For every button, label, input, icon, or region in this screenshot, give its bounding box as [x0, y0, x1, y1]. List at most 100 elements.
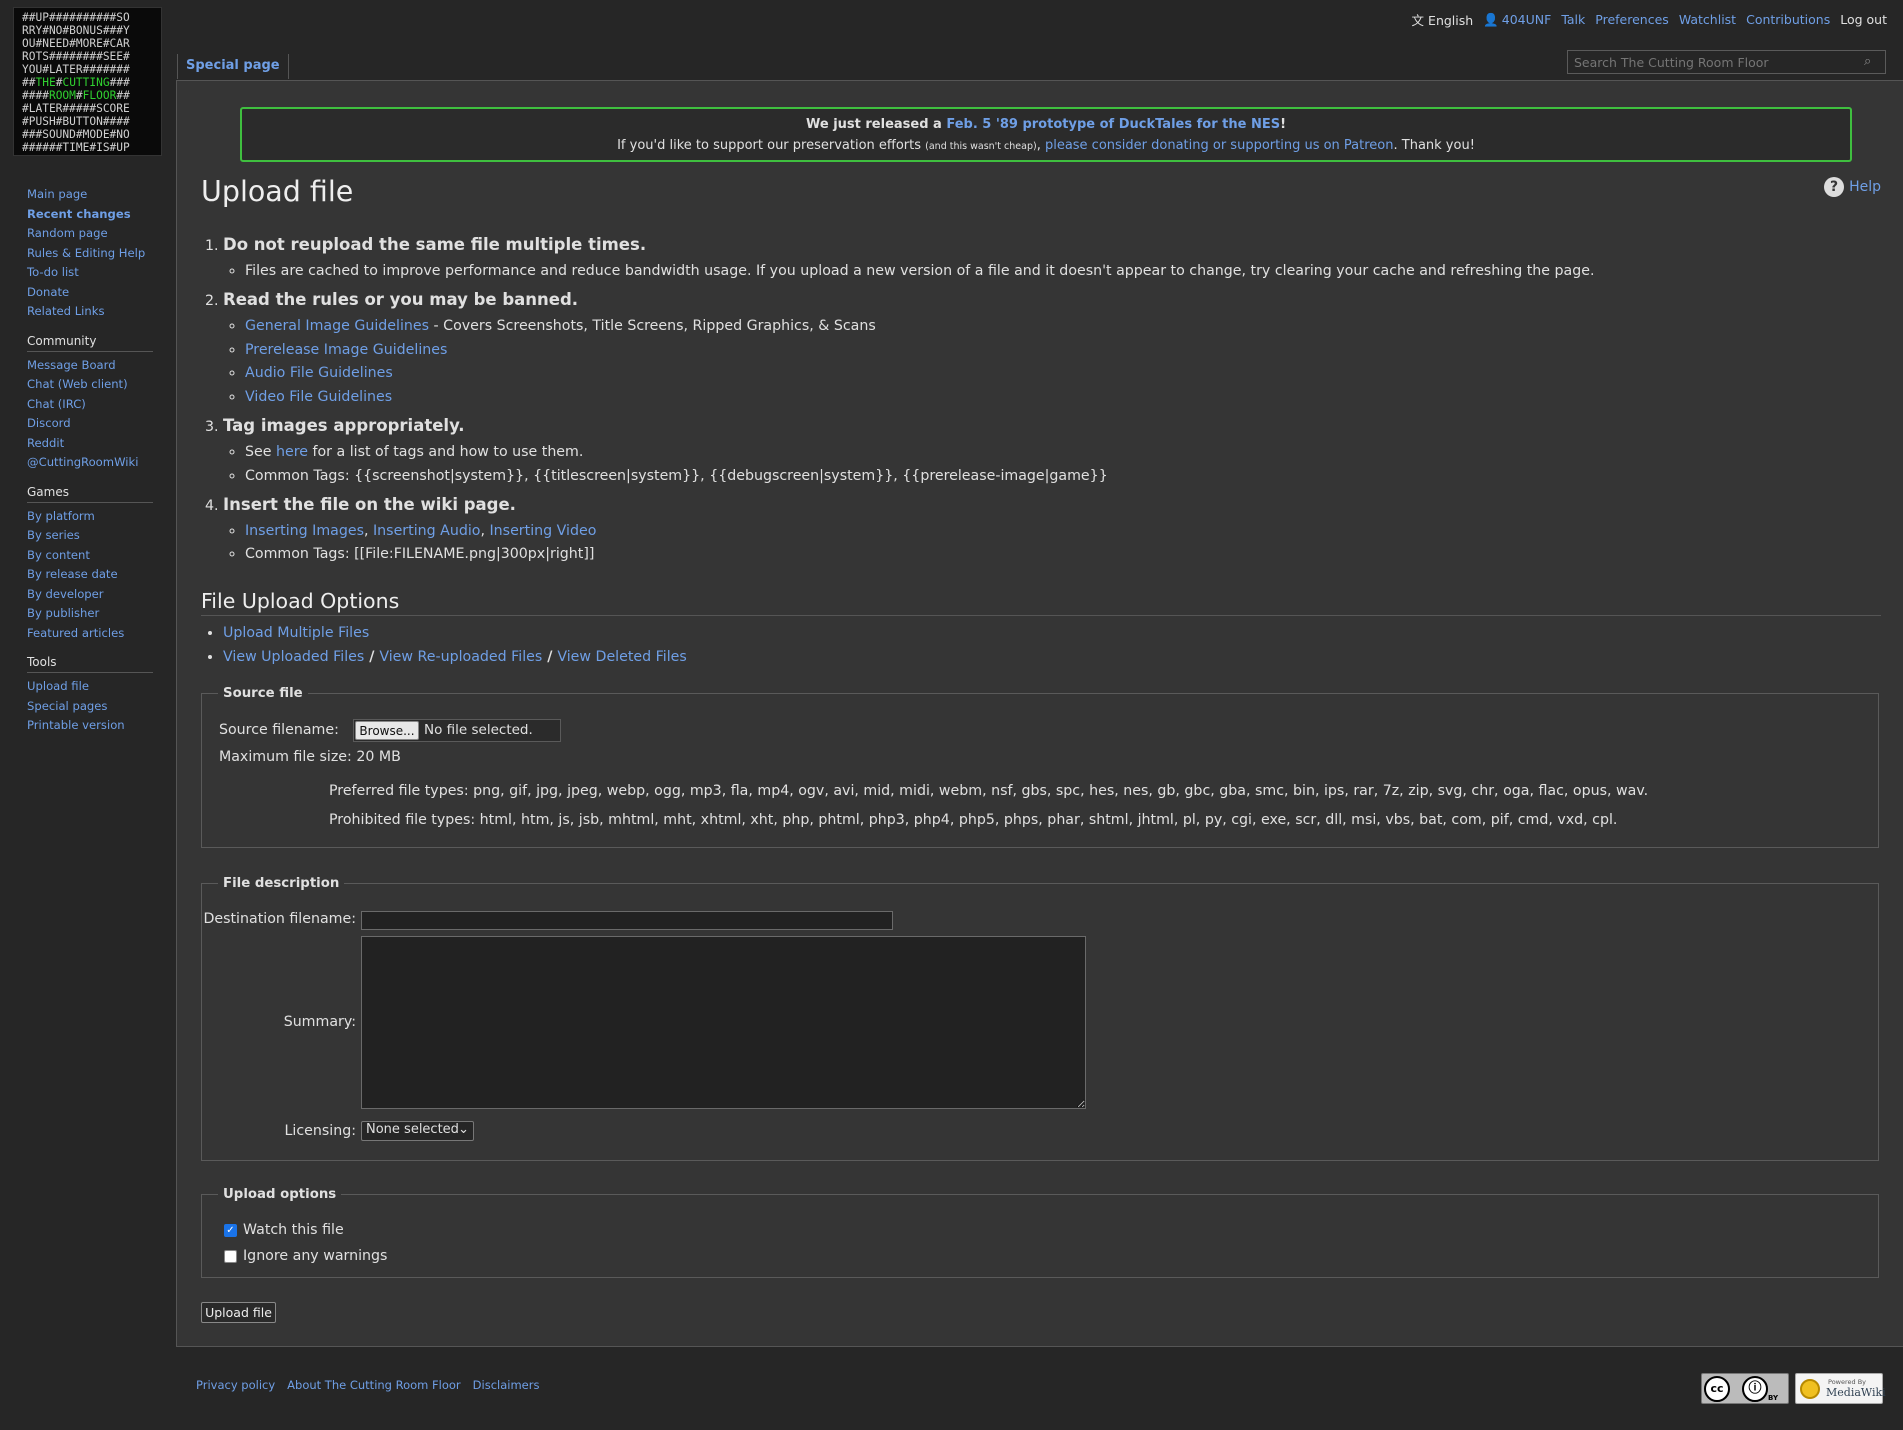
page-title: Upload file	[201, 175, 354, 208]
preferred-file-types: Preferred file types: png, gif, jpg, jpe…	[329, 783, 1649, 799]
sidebar-item-main-page[interactable]: Main page	[27, 185, 153, 205]
logo-text-segment: ###	[109, 76, 130, 89]
file-picker[interactable]: Browse... No file selected.	[353, 719, 561, 742]
sidebar-item-chat-irc[interactable]: Chat (IRC)	[27, 395, 153, 415]
inserting-video-link[interactable]: Inserting Video	[490, 523, 597, 539]
upload-options-fieldset: Upload options	[201, 1187, 1879, 1278]
upload-rules-list: Do not reupload the same file multiple t…	[201, 229, 1873, 569]
rule-detail: Video File Guidelines	[245, 386, 1873, 410]
talk-link[interactable]: Talk	[1561, 12, 1585, 27]
sidebar-item-reddit[interactable]: Reddit	[27, 434, 153, 454]
upload-options-legend: Upload options	[223, 1187, 337, 1202]
sidebar-item-by-publisher[interactable]: By publisher	[27, 604, 153, 624]
sidebar-tools: Tools Upload file Special pages Printabl…	[27, 655, 153, 736]
donate-patreon-link[interactable]: please consider donating or supporting u…	[1045, 138, 1394, 153]
view-reuploaded-files-link[interactable]: View Re-uploaded Files	[379, 649, 542, 665]
preferences-link[interactable]: Preferences	[1595, 12, 1669, 27]
sidebar-heading-tools: Tools	[27, 655, 153, 673]
sidebar-item-featured-articles[interactable]: Featured articles	[27, 624, 153, 644]
logo-text-segment: #PUSH#BUTTON####	[22, 115, 130, 128]
sidebar-item-todo[interactable]: To-do list	[27, 263, 153, 283]
about-link[interactable]: About The Cutting Room Floor	[287, 1378, 461, 1392]
logo-text-segment: THE	[35, 76, 56, 89]
sidebar-item-message-board[interactable]: Message Board	[27, 356, 153, 376]
summary-label: Summary:	[283, 1014, 356, 1030]
logo-text-segment: ##UP##########SO	[22, 11, 130, 24]
privacy-policy-link[interactable]: Privacy policy	[196, 1378, 275, 1392]
logo-text-segment: RRY#NO#BONUS###Y	[22, 24, 130, 37]
logo-text-line: YOU#LATER#######	[22, 63, 161, 76]
translate-icon: 文	[1411, 13, 1425, 28]
logo-text-segment: ##	[116, 89, 130, 102]
ignore-warnings-checkbox[interactable]	[224, 1250, 237, 1263]
view-uploaded-files-link[interactable]: View Uploaded Files	[223, 649, 364, 665]
inserting-images-link[interactable]: Inserting Images	[245, 523, 364, 539]
sidebar-item-rules[interactable]: Rules & Editing Help	[27, 244, 153, 264]
rule-detail: Common Tags: [[File:FILENAME.png|300px|r…	[245, 543, 1873, 567]
chevron-down-icon: ⌄	[458, 1122, 469, 1137]
powered-by-mediawiki-badge[interactable]: Powered By MediaWiki	[1795, 1373, 1886, 1404]
sidebar-item-special-pages[interactable]: Special pages	[27, 697, 153, 717]
file-upload-options-list: Upload Multiple Files View Uploaded File…	[201, 621, 687, 669]
licensing-select[interactable]: None selected ⌄	[361, 1121, 474, 1141]
destination-filename-label: Destination filename:	[203, 911, 356, 927]
summary-textarea[interactable]	[361, 936, 1086, 1109]
sidebar-item-by-developer[interactable]: By developer	[27, 585, 153, 605]
disclaimers-link[interactable]: Disclaimers	[473, 1378, 540, 1392]
cc-by-badge[interactable]: cc ⓘ BY	[1701, 1373, 1789, 1404]
personal-tools: 文 English 👤 404UNF Talk Preferences Watch…	[1412, 10, 1887, 29]
max-file-size: Maximum file size: 20 MB	[219, 749, 401, 765]
view-deleted-files-link[interactable]: View Deleted Files	[557, 649, 686, 665]
upload-multiple-files-link[interactable]: Upload Multiple Files	[223, 625, 369, 641]
sidebar-item-by-release-date[interactable]: By release date	[27, 565, 153, 585]
destination-filename-input[interactable]	[361, 911, 893, 930]
help-link[interactable]: ? Help	[1824, 177, 1881, 197]
logo-text-line: ######TIME#IS#UP	[22, 141, 161, 154]
inserting-audio-link[interactable]: Inserting Audio	[373, 523, 480, 539]
sidebar-item-related-links[interactable]: Related Links	[27, 302, 153, 322]
logo-text-segment: ######TIME#IS#UP	[22, 141, 130, 154]
language-selector[interactable]: 文 English	[1412, 10, 1474, 29]
prohibited-file-types: Prohibited file types: html, htm, js, js…	[329, 812, 1618, 828]
list-item: Upload Multiple Files	[223, 621, 687, 645]
search-icon[interactable]: ⌕	[1864, 54, 1880, 70]
sidebar-item-upload-file[interactable]: Upload file	[27, 677, 153, 697]
logo-text-line: #LATER#####SCORE	[22, 102, 161, 115]
sidebar-item-recent-changes[interactable]: Recent changes	[27, 205, 153, 225]
footer-links: Privacy policy About The Cutting Room Fl…	[196, 1378, 539, 1392]
site-logo[interactable]: ##UP##########SO RRY#NO#BONUS###Y OU#NEED#…	[13, 7, 162, 156]
sidebar-item-random-page[interactable]: Random page	[27, 224, 153, 244]
logout-link[interactable]: Log out	[1840, 12, 1887, 27]
tab-special-page[interactable]: Special page	[177, 54, 289, 79]
sidebar-item-twitter[interactable]: @CuttingRoomWiki	[27, 453, 153, 473]
logo-text-segment: #	[75, 89, 83, 102]
search-input[interactable]	[1567, 50, 1886, 74]
upload-file-button[interactable]: Upload file	[201, 1302, 276, 1323]
rule-detail: Inserting Images, Inserting Audio, Inser…	[245, 520, 1873, 544]
sidebar-item-by-platform[interactable]: By platform	[27, 507, 153, 527]
tags-here-link[interactable]: here	[276, 444, 308, 460]
logo-text-segment: CUTTING	[62, 76, 110, 89]
logo-text-line: ##UP##########SO	[22, 11, 161, 24]
selected-file-status: No file selected.	[424, 722, 533, 738]
browse-button[interactable]: Browse...	[355, 721, 419, 740]
sidebar-item-printable-version[interactable]: Printable version	[27, 716, 153, 736]
source-file-legend: Source file	[223, 686, 303, 701]
watch-file-checkbox[interactable]: ✓	[224, 1224, 237, 1237]
sidebar-item-by-series[interactable]: By series	[27, 526, 153, 546]
video-file-guidelines-link[interactable]: Video File Guidelines	[245, 389, 392, 405]
ducktales-prototype-link[interactable]: Feb. 5 '89 prototype of DuckTales for th…	[946, 117, 1280, 132]
main-content: We just released a Feb. 5 '89 prototype …	[176, 80, 1903, 1347]
general-image-guidelines-link[interactable]: General Image Guidelines	[245, 318, 429, 334]
sidebar-item-chat-web[interactable]: Chat (Web client)	[27, 375, 153, 395]
user-page-link[interactable]: 👤 404UNF	[1483, 12, 1551, 28]
rule-detail: Prerelease Image Guidelines	[245, 339, 1873, 363]
sidebar-item-donate[interactable]: Donate	[27, 283, 153, 303]
user-icon: 👤	[1483, 11, 1499, 27]
contributions-link[interactable]: Contributions	[1746, 12, 1830, 27]
watchlist-link[interactable]: Watchlist	[1679, 12, 1736, 27]
prerelease-image-guidelines-link[interactable]: Prerelease Image Guidelines	[245, 342, 447, 358]
audio-file-guidelines-link[interactable]: Audio File Guidelines	[245, 365, 393, 381]
sidebar-item-by-content[interactable]: By content	[27, 546, 153, 566]
sidebar-item-discord[interactable]: Discord	[27, 414, 153, 434]
